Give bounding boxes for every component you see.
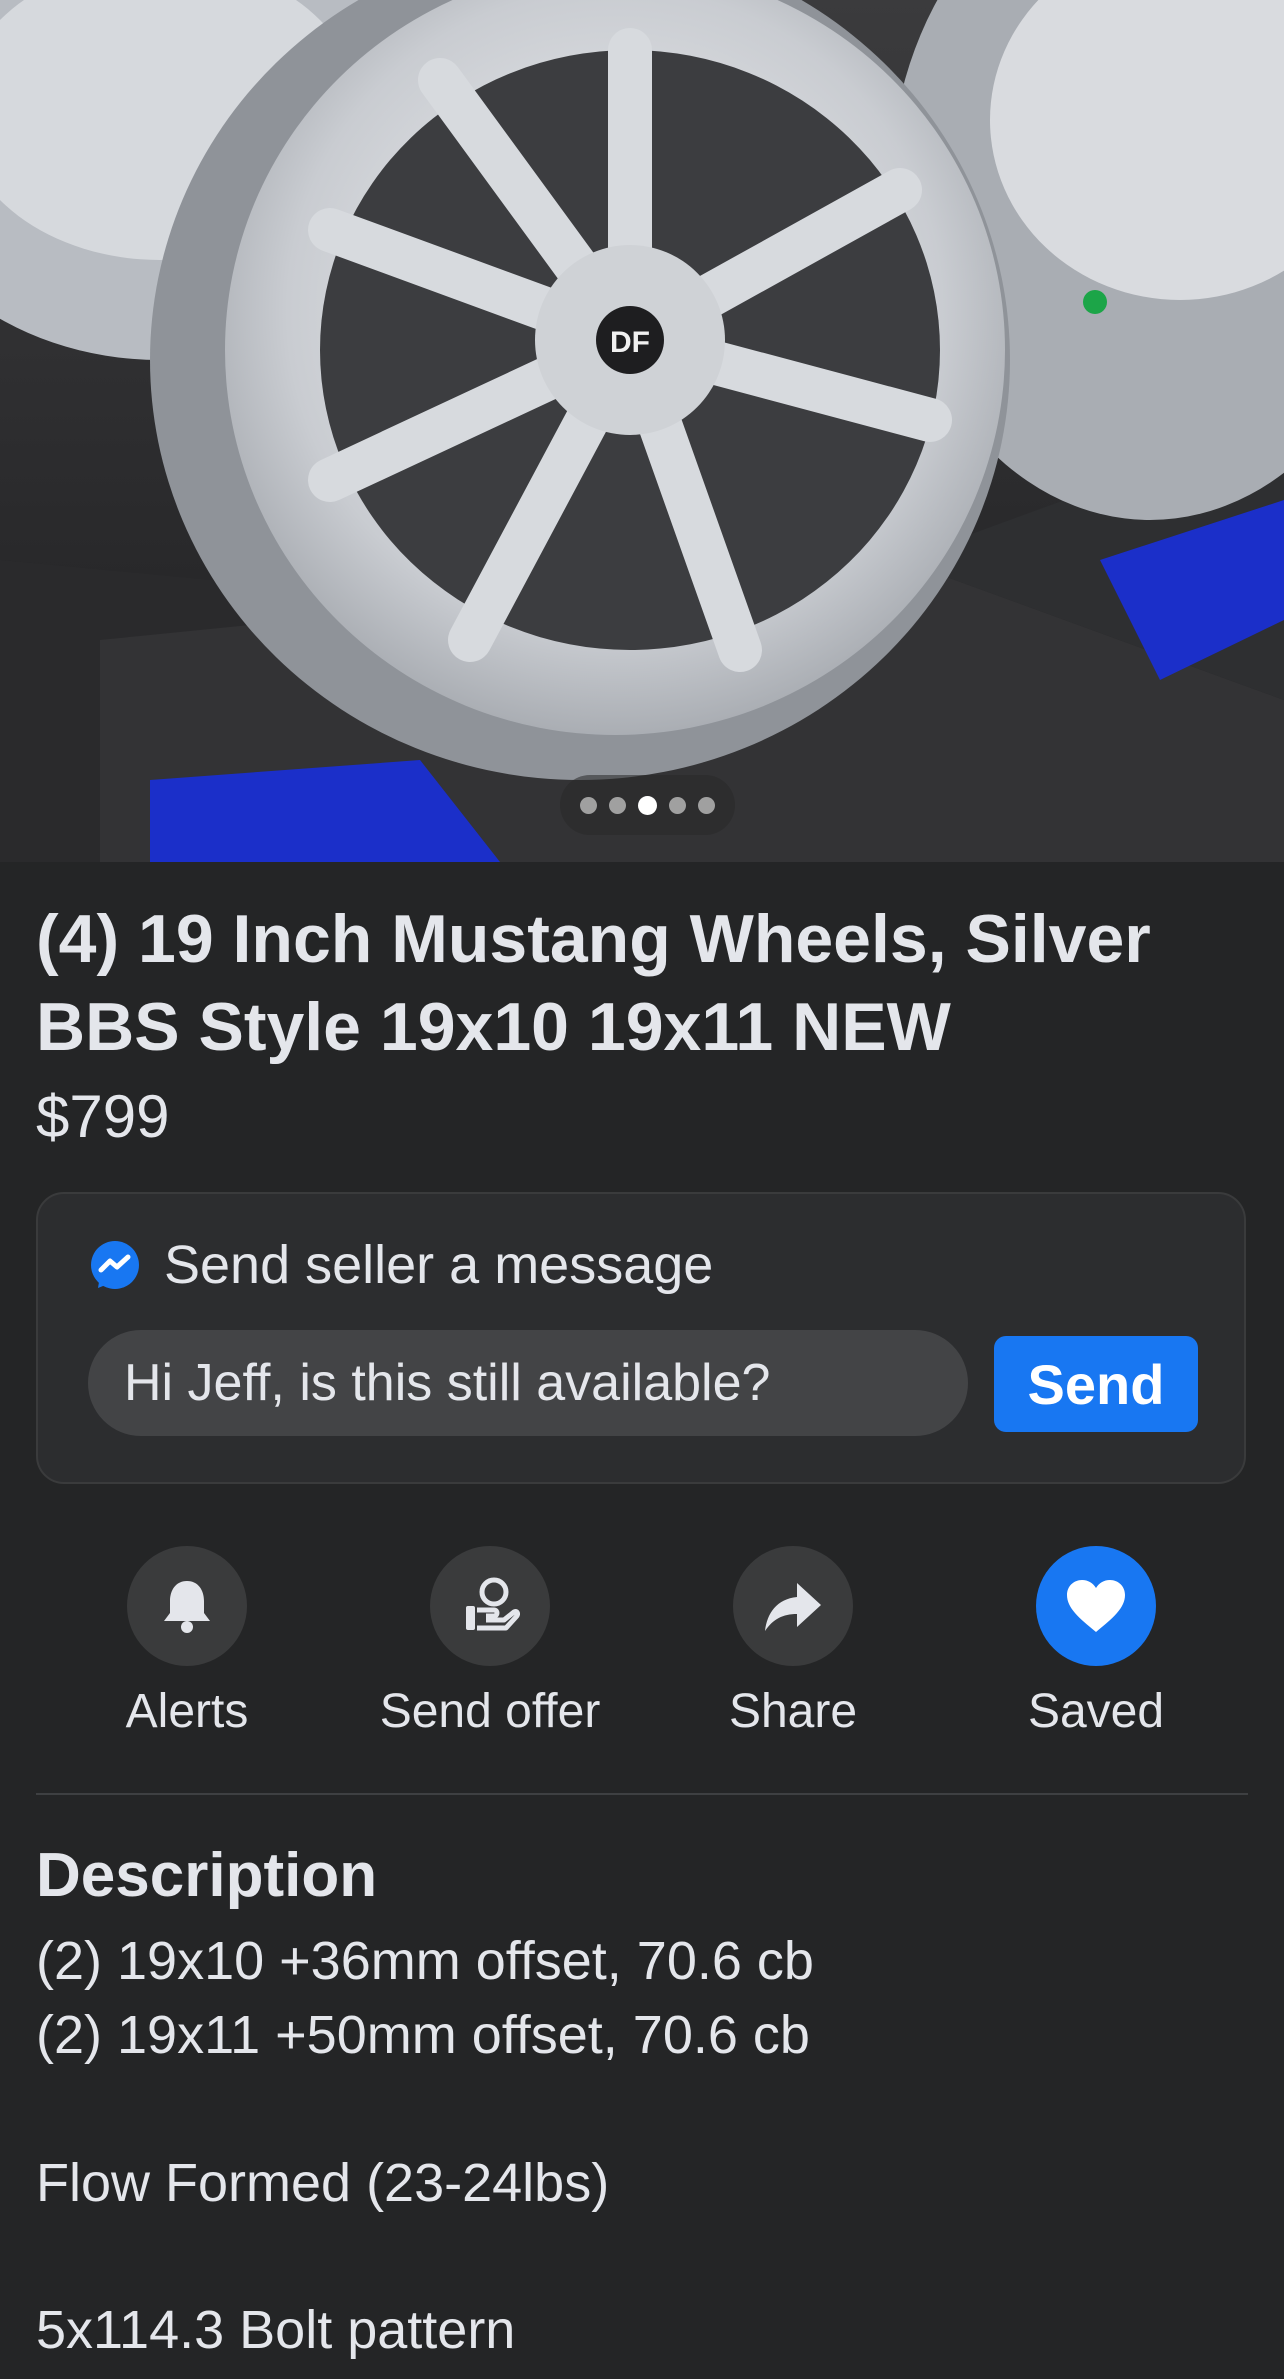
- send-offer-button[interactable]: Send offer: [340, 1546, 640, 1739]
- saved-icon-circle[interactable]: [1036, 1546, 1156, 1666]
- alerts-icon-circle[interactable]: [127, 1546, 247, 1666]
- carousel-dot[interactable]: [580, 796, 597, 814]
- carousel-dot[interactable]: [669, 796, 686, 814]
- listing-title: (4) 19 Inch Mustang Wheels, Silver BBS S…: [36, 901, 1151, 1065]
- share-arrow-icon: [765, 1583, 821, 1631]
- heart-icon: [1067, 1580, 1125, 1632]
- wheel-photo-illustration: DF: [0, 0, 1284, 862]
- alerts-label: Alerts: [125, 1685, 249, 1738]
- description-line: (2) 19x10 +36mm offset, 70.6 cb: [36, 1931, 814, 1991]
- message-card-heading: Send seller a message: [164, 1235, 714, 1295]
- section-divider: [36, 1793, 1248, 1795]
- alerts-button[interactable]: Alerts: [37, 1546, 337, 1739]
- share-button[interactable]: Share: [643, 1546, 943, 1739]
- send-button[interactable]: Send: [994, 1336, 1198, 1432]
- bell-icon: [164, 1581, 210, 1633]
- send-offer-label: Send offer: [379, 1685, 601, 1738]
- description-line: Flow Formed (23-24lbs): [36, 2153, 610, 2213]
- svg-text:DF: DF: [610, 326, 650, 359]
- description-line: (2) 19x11 +50mm offset, 70.6 cb: [36, 2005, 810, 2065]
- listing-actions: Alerts Send offer Share Saved: [0, 1546, 1284, 1746]
- listing-price: $799: [36, 1083, 170, 1150]
- saved-button[interactable]: Saved: [946, 1546, 1246, 1739]
- message-seller-card: Send seller a message Send: [36, 1192, 1246, 1484]
- carousel-dot[interactable]: [609, 796, 626, 814]
- saved-label: Saved: [1027, 1685, 1165, 1738]
- offer-hand-icon: [466, 1577, 520, 1631]
- description-heading: Description: [36, 1841, 378, 1910]
- messenger-icon: [90, 1240, 140, 1290]
- message-input[interactable]: [88, 1330, 968, 1436]
- marketplace-listing-page: DF (4) 19 Inch Mustang Wheels, Silver BB…: [0, 0, 1284, 2379]
- description-line: 5x114.3 Bolt pattern: [36, 2300, 516, 2360]
- share-icon-circle[interactable]: [733, 1546, 853, 1666]
- share-label: Share: [728, 1685, 858, 1738]
- carousel-dot[interactable]: [698, 796, 715, 814]
- carousel-indicator[interactable]: [560, 775, 735, 835]
- listing-photo[interactable]: DF: [0, 0, 1284, 862]
- message-card-header: Send seller a message: [90, 1234, 713, 1296]
- carousel-dot-active[interactable]: [638, 795, 657, 815]
- send-offer-icon-circle[interactable]: [430, 1546, 550, 1666]
